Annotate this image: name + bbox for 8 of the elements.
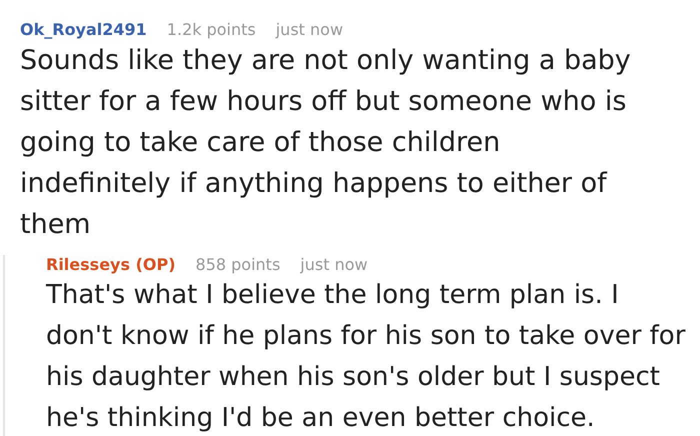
comment-text: Sounds like they are not only wanting a baby sitter for a few hours off but someone who is going to take care of those children indefinitely if anything happens to either of them [20,44,632,242]
comment-text: That's what I believe the long term plan is. I don't know if he plans for his son to take over for his daughter when his son's older but I suspect he's thinking I'd be an even better choice. [46,279,686,435]
comment-timestamp: just now [300,255,368,275]
comment-username[interactable]: Ok_Royal2491 [20,20,147,40]
comment-timestamp: just now [276,20,344,40]
comment-points: 1.2k points [166,20,256,40]
comment-points: 858 points [196,255,280,275]
comment-username[interactable]: Rilesseys (OP) [46,255,176,275]
